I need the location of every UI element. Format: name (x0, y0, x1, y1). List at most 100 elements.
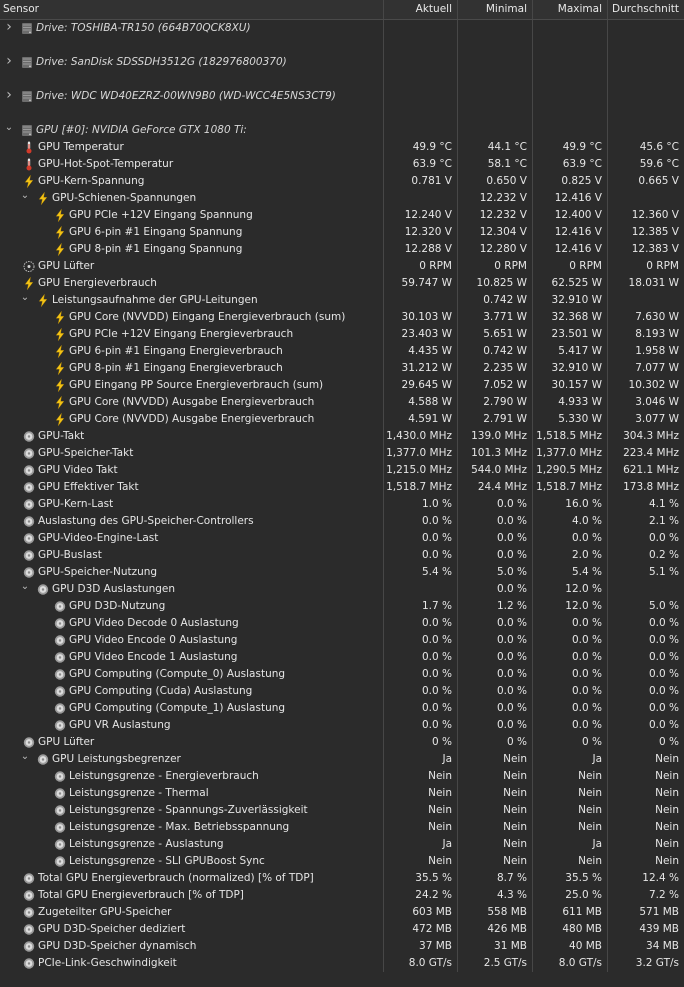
gauge-icon (23, 498, 35, 511)
sensor-label: PCIe-Link-Geschwindigkeit (38, 957, 177, 969)
sensor-row[interactable]: Leistungsgrenze - SLI GPUBoost Sync Nein N… (0, 853, 684, 870)
lightning-icon (37, 192, 49, 205)
current-value (383, 88, 457, 105)
sensor-row[interactable]: GPU Computing (Cuda) Auslastung 0.0 % 0.0 … (0, 683, 684, 700)
sensor-row[interactable]: GPU D3D-Speicher dynamisch 37 MB 31 MB 40 M… (0, 938, 684, 955)
sensor-row[interactable]: Leistungsgrenze - Auslastung Ja Nein Ja Nein (0, 836, 684, 853)
sensor-label: GPU-Buslast (38, 549, 102, 561)
expand-arrow-icon[interactable]: › (4, 20, 14, 36)
sensor-row[interactable]: GPU-Speicher-Nutzung 5.4 % 5.0 % 5.4 % 5.1 % (0, 564, 684, 581)
sensor-row[interactable]: GPU-Kern-Spannung 0.781 V 0.650 V 0.825 V 0.… (0, 173, 684, 190)
drive-group-row[interactable]: › Drive: TOSHIBA-TR150 (664B70QCK8XU) (0, 20, 684, 37)
min-value: 8.7 % (457, 870, 532, 887)
gauge-icon (23, 940, 35, 953)
sensor-row[interactable]: GPU Temperatur 49.9 °C 44.1 °C 49.9 °C 45.6 … (0, 139, 684, 156)
sensor-row[interactable]: GPU 8-pin #1 Eingang Spannung 12.288 V 12.… (0, 241, 684, 258)
max-value: 5.4 % (532, 564, 607, 581)
collapse-arrow-icon[interactable]: ⌄ (20, 292, 30, 306)
sensor-row[interactable]: GPU D3D-Speicher dediziert 472 MB 426 MB 48… (0, 921, 684, 938)
sensor-name-cell: GPU VR Auslastung (0, 717, 383, 734)
sensor-row[interactable]: GPU 8-pin #1 Eingang Energieverbrauch 31.… (0, 360, 684, 377)
sensor-row[interactable]: GPU-Buslast 0.0 % 0.0 % 2.0 % 0.2 % (0, 547, 684, 564)
sensor-row[interactable]: Leistungsgrenze - Energieverbrauch Nein Ne… (0, 768, 684, 785)
expand-arrow-icon[interactable]: › (4, 54, 14, 70)
column-header-min[interactable]: Minimal (457, 0, 532, 19)
min-value: 0 % (457, 734, 532, 751)
current-value: 59.747 W (383, 275, 457, 292)
sensor-name-cell: GPU-Kern-Last (0, 496, 383, 513)
sensor-row[interactable]: GPU Video Takt 1,215.0 MHz 544.0 MHz 1,290.… (0, 462, 684, 479)
sensor-group-row[interactable]: ⌄ GPU-Schienen-Spannungen 12.232 V 12.416 V (0, 190, 684, 207)
avg-value: 7.630 W (607, 309, 684, 326)
collapse-arrow-icon[interactable]: ⌄ (4, 122, 14, 136)
max-value: 1,290.5 MHz (532, 462, 607, 479)
min-value: 4.3 % (457, 887, 532, 904)
current-value: 0.0 % (383, 632, 457, 649)
max-value: 4.0 % (532, 513, 607, 530)
sensor-row[interactable]: Total GPU Energieverbrauch (normalized) … (0, 870, 684, 887)
sensor-row[interactable]: GPU Video Encode 1 Auslastung 0.0 % 0.0 % 0… (0, 649, 684, 666)
current-value: 30.103 W (383, 309, 457, 326)
sensor-row[interactable]: Auslastung des GPU-Speicher-Controllers 0… (0, 513, 684, 530)
sensor-label: Leistungsgrenze - Thermal (69, 787, 209, 799)
sensor-row[interactable]: GPU-Hot-Spot-Temperatur 63.9 °C 58.1 °C 63.… (0, 156, 684, 173)
sensor-row[interactable]: Leistungsgrenze - Thermal Nein Nein Nein Nei… (0, 785, 684, 802)
sensor-row[interactable]: GPU Computing (Compute_1) Auslastung 0.0 … (0, 700, 684, 717)
sensor-row[interactable]: Total GPU Energieverbrauch [% of TDP] 24.… (0, 887, 684, 904)
sensor-name-cell: GPU Effektiver Takt (0, 479, 383, 496)
sensor-row[interactable]: GPU Video Encode 0 Auslastung 0.0 % 0.0 % 0… (0, 632, 684, 649)
sensor-row[interactable]: GPU-Kern-Last 1.0 % 0.0 % 16.0 % 4.1 % (0, 496, 684, 513)
column-header-max[interactable]: Maximal (532, 0, 607, 19)
sensor-label: GPU-Kern-Last (38, 498, 114, 510)
sensor-row[interactable]: GPU-Takt 1,430.0 MHz 139.0 MHz 1,518.5 MHz 3… (0, 428, 684, 445)
sensor-row[interactable]: Leistungsgrenze - Max. Betriebsspannung N… (0, 819, 684, 836)
sensor-group-row[interactable]: ⌄ GPU Leistungsbegrenzer Ja Nein Ja Nein (0, 751, 684, 768)
column-header-sensor[interactable]: Sensor (0, 0, 383, 19)
sensor-row[interactable]: GPU PCIe +12V Eingang Spannung 12.240 V 12… (0, 207, 684, 224)
sensor-row[interactable]: GPU D3D-Nutzung 1.7 % 1.2 % 12.0 % 5.0 % (0, 598, 684, 615)
collapse-arrow-icon[interactable]: ⌄ (20, 190, 30, 204)
sensor-row[interactable]: PCIe-Link-Geschwindigkeit 8.0 GT/s 2.5 GT/… (0, 955, 684, 972)
min-value: 2.235 W (457, 360, 532, 377)
current-value: 37 MB (383, 938, 457, 955)
min-value: 44.1 °C (457, 139, 532, 156)
sensor-row[interactable]: GPU PCIe +12V Eingang Energieverbrauch 23… (0, 326, 684, 343)
sensor-row[interactable]: GPU Core (NVVDD) Ausgabe Energieverbrauc… (0, 411, 684, 428)
sensor-row[interactable]: GPU Energieverbrauch 59.747 W 10.825 W 62.5… (0, 275, 684, 292)
gauge-icon (54, 770, 66, 783)
current-value: 29.645 W (383, 377, 457, 394)
sensor-row[interactable]: GPU Computing (Compute_0) Auslastung 0.0 … (0, 666, 684, 683)
min-value: 0.0 % (457, 717, 532, 734)
sensor-row[interactable]: GPU Video Decode 0 Auslastung 0.0 % 0.0 % 0… (0, 615, 684, 632)
drive-group-row[interactable]: › Drive: WDC WD40EZRZ-00WN9B0 (WD-WCC4E5N… (0, 88, 684, 105)
sensor-row[interactable]: GPU Effektiver Takt 1,518.7 MHz 24.4 MHz 1,… (0, 479, 684, 496)
column-header-current[interactable]: Aktuell (383, 0, 457, 19)
sensor-row[interactable]: GPU VR Auslastung 0.0 % 0.0 % 0.0 % 0.0 % (0, 717, 684, 734)
current-value: 1,215.0 MHz (383, 462, 457, 479)
gpu-group-row[interactable]: ⌄ GPU [#0]: NVIDIA GeForce GTX 1080 Ti: (0, 122, 684, 139)
sensor-row[interactable]: GPU Lüfter 0 % 0 % 0 % 0 % (0, 734, 684, 751)
sensor-row[interactable]: GPU 6-pin #1 Eingang Spannung 12.320 V 12.… (0, 224, 684, 241)
sensor-row[interactable]: GPU Core (NVVDD) Ausgabe Energieverbrauc… (0, 394, 684, 411)
sensor-row[interactable]: Leistungsgrenze - Spannungs-Zuverlässigk… (0, 802, 684, 819)
sensor-row[interactable]: GPU-Video-Engine-Last 0.0 % 0.0 % 0.0 % 0.0 … (0, 530, 684, 547)
column-header-avg[interactable]: Durchschnitt (607, 0, 684, 19)
min-value: Nein (457, 768, 532, 785)
sensor-row[interactable]: GPU Eingang PP Source Energieverbrauch (… (0, 377, 684, 394)
sensor-row[interactable]: GPU 6-pin #1 Eingang Energieverbrauch 4.4… (0, 343, 684, 360)
min-value: 0.0 % (457, 632, 532, 649)
expand-arrow-icon[interactable]: › (4, 88, 14, 104)
sensor-row[interactable]: Zugeteilter GPU-Speicher 603 MB 558 MB 611 … (0, 904, 684, 921)
collapse-arrow-icon[interactable]: ⌄ (20, 581, 30, 595)
table-header: Sensor Aktuell Minimal Maximal Durchschn… (0, 0, 684, 20)
sensor-label: Leistungsgrenze - Spannungs-Zuverlässigk… (69, 804, 308, 816)
gauge-icon (23, 923, 35, 936)
min-value: 12.304 V (457, 224, 532, 241)
sensor-group-row[interactable]: ⌄ GPU D3D Auslastungen 0.0 % 12.0 % (0, 581, 684, 598)
sensor-row[interactable]: GPU-Speicher-Takt 1,377.0 MHz 101.3 MHz 1,3… (0, 445, 684, 462)
drive-group-row[interactable]: › Drive: SanDisk SDSSDH3512G (18297680037… (0, 54, 684, 71)
sensor-row[interactable]: GPU Core (NVVDD) Eingang Energieverbrauc… (0, 309, 684, 326)
sensor-row[interactable]: GPU Lüfter 0 RPM 0 RPM 0 RPM 0 RPM (0, 258, 684, 275)
sensor-group-row[interactable]: ⌄ Leistungsaufnahme der GPU-Leitungen 0.74… (0, 292, 684, 309)
collapse-arrow-icon[interactable]: ⌄ (20, 751, 30, 765)
